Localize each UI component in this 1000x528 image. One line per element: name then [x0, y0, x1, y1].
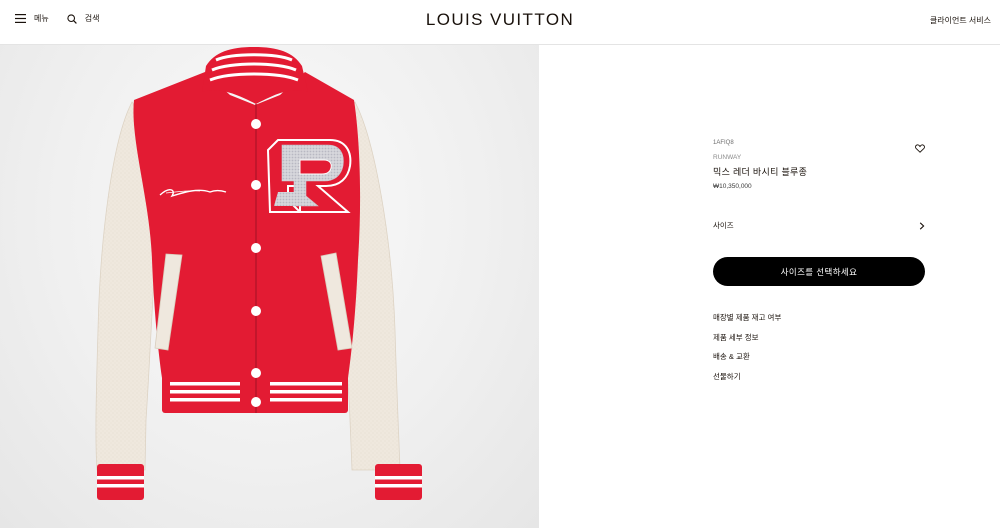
product-name: 믹스 레더 바시티 블루종: [713, 167, 808, 177]
product-details-link[interactable]: 제품 세부 정보: [713, 332, 925, 352]
chevron-right-icon: [919, 221, 925, 230]
jacket-illustration: [95, 47, 422, 500]
delivery-returns-link[interactable]: 배송 & 교환: [713, 351, 925, 371]
wishlist-button[interactable]: [915, 140, 925, 158]
size-selector[interactable]: 사이즈: [713, 220, 925, 231]
product-info-panel: 1AFIQ8 RUNWAY 믹스 레더 바시티 블루종 ₩10,350,000 …: [713, 140, 925, 390]
site-header: 메뉴 검색 LOUIS VUITTON 클라이언트 서비스: [0, 0, 1000, 45]
product-links-list: 매장별 제품 재고 여부 제품 세부 정보 배송 & 교환 선물하기: [713, 312, 925, 390]
gifting-link[interactable]: 선물하기: [713, 371, 925, 391]
size-label: 사이즈: [713, 221, 734, 230]
client-service-link[interactable]: 클라이언트 서비스: [930, 15, 991, 26]
product-price: ₩10,350,000: [713, 183, 752, 190]
select-size-button[interactable]: 사이즈를 선택하세요: [713, 257, 925, 286]
product-sku: 1AFIQ8: [713, 140, 734, 146]
heart-icon: [915, 144, 925, 153]
product-collection: RUNWAY: [713, 154, 742, 161]
product-image: [0, 45, 539, 528]
store-availability-link[interactable]: 매장별 제품 재고 여부: [713, 312, 925, 332]
brand-logo[interactable]: LOUIS VUITTON: [0, 10, 1000, 30]
